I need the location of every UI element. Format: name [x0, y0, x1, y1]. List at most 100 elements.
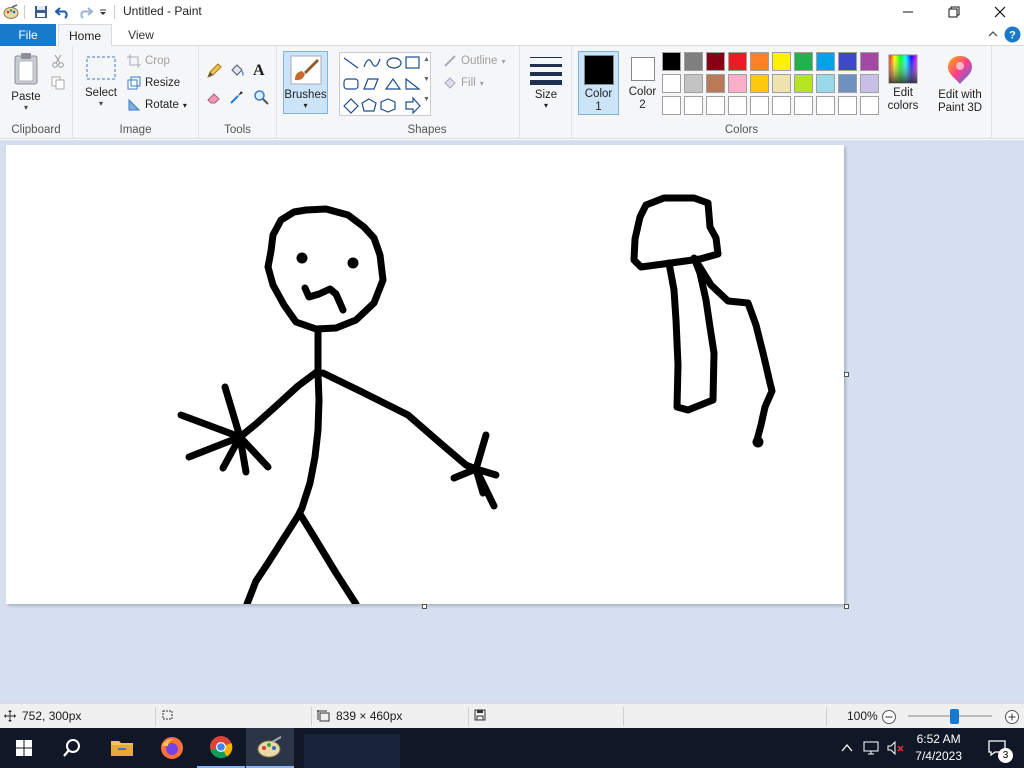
- eraser-icon[interactable]: [206, 89, 222, 108]
- file-explorer-button[interactable]: [98, 728, 146, 768]
- rotate-dropdown-icon[interactable]: ▾: [183, 101, 187, 110]
- palette-swatch[interactable]: [728, 74, 747, 93]
- shapes-gallery[interactable]: [339, 52, 431, 116]
- palette-swatch[interactable]: [794, 52, 813, 71]
- resize-label: Resize: [145, 77, 181, 89]
- size-button[interactable]: Size ▾: [526, 54, 566, 110]
- canvas-resize-handle-right[interactable]: [844, 372, 849, 377]
- palette-swatch[interactable]: [772, 96, 791, 115]
- shapes-scroll-up-icon[interactable]: ▲: [423, 56, 430, 63]
- zoom-in-button[interactable]: [1004, 709, 1020, 728]
- palette-swatch[interactable]: [662, 52, 681, 71]
- volume-button[interactable]: [884, 728, 908, 768]
- palette-swatch[interactable]: [816, 52, 835, 71]
- crop-button[interactable]: Crop: [127, 54, 170, 68]
- palette-swatch[interactable]: [750, 96, 769, 115]
- brushes-button[interactable]: Brushes ▾: [283, 51, 328, 114]
- zoom-level: 100%: [847, 709, 878, 723]
- resize-button[interactable]: Resize: [127, 76, 180, 90]
- color1-button[interactable]: Color 1: [578, 51, 619, 115]
- firefox-button[interactable]: [148, 728, 196, 768]
- palette-swatch[interactable]: [860, 52, 879, 71]
- windows-icon: [16, 740, 32, 756]
- palette-swatch[interactable]: [860, 96, 879, 115]
- palette-swatch[interactable]: [860, 74, 879, 93]
- palette-swatch[interactable]: [684, 96, 703, 115]
- palette-swatch[interactable]: [706, 52, 725, 71]
- palette-swatch[interactable]: [684, 74, 703, 93]
- fill-bucket-icon[interactable]: [229, 63, 245, 82]
- magnifier-icon[interactable]: [253, 89, 269, 108]
- outline-button[interactable]: Outline ▾: [443, 54, 505, 68]
- copy-icon[interactable]: [51, 76, 65, 93]
- edit-with-paint3d-button[interactable]: Edit with Paint 3D: [934, 54, 986, 115]
- paint-taskbar-button[interactable]: [246, 728, 294, 768]
- image-group: Select ▾ Crop Resize Rotate ▾ Image: [73, 46, 199, 139]
- zoom-slider-thumb[interactable]: [950, 709, 960, 724]
- rotate-label: Rotate: [145, 99, 179, 111]
- canvas-size-text: 839 × 460px: [336, 709, 403, 723]
- color-picker-icon[interactable]: [229, 89, 245, 108]
- maximize-button[interactable]: [931, 0, 977, 24]
- palette-swatch[interactable]: [772, 52, 791, 71]
- tab-file[interactable]: File: [0, 24, 56, 46]
- color2-button[interactable]: Color 2: [622, 51, 663, 115]
- palette-swatch[interactable]: [750, 52, 769, 71]
- zoom-out-button[interactable]: [881, 709, 897, 728]
- palette-swatch[interactable]: [838, 52, 857, 71]
- palette-swatch[interactable]: [662, 74, 681, 93]
- shapes-expand-icon[interactable]: ▼: [423, 96, 430, 103]
- palette-swatch[interactable]: [728, 96, 747, 115]
- chrome-button[interactable]: [197, 728, 245, 768]
- cut-icon[interactable]: [51, 54, 65, 71]
- shapes-scroll-down-icon[interactable]: ▼: [423, 76, 430, 83]
- redo-icon[interactable]: [76, 3, 94, 21]
- close-button[interactable]: [977, 0, 1023, 24]
- edit-colors-button[interactable]: Edit colors: [883, 54, 923, 113]
- show-hidden-icons-button[interactable]: [836, 728, 858, 768]
- paste-dropdown-icon[interactable]: ▾: [6, 103, 46, 112]
- pencil-icon[interactable]: [206, 63, 222, 82]
- network-button[interactable]: [860, 728, 882, 768]
- select-button[interactable]: Select ▾: [83, 54, 119, 108]
- minimize-button[interactable]: [885, 0, 931, 24]
- palette-swatch[interactable]: [772, 74, 791, 93]
- drawing-canvas[interactable]: [6, 145, 844, 608]
- clock[interactable]: 6:52 AM 7/4/2023: [915, 731, 962, 765]
- palette-swatch[interactable]: [794, 96, 813, 115]
- select-dropdown-icon[interactable]: ▾: [83, 99, 119, 108]
- tab-home[interactable]: Home: [58, 24, 112, 47]
- palette-swatch[interactable]: [838, 96, 857, 115]
- collapse-ribbon-icon[interactable]: [987, 28, 999, 43]
- tab-view[interactable]: View: [116, 24, 166, 46]
- brush-icon: [290, 55, 321, 85]
- palette-swatch[interactable]: [838, 74, 857, 93]
- canvas-resize-handle-bottom[interactable]: [422, 604, 427, 609]
- title-bar: Untitled - Paint: [0, 0, 1024, 24]
- palette-swatch[interactable]: [816, 74, 835, 93]
- search-button[interactable]: [48, 728, 96, 768]
- palette-swatch[interactable]: [750, 74, 769, 93]
- palette-swatch[interactable]: [794, 74, 813, 93]
- brushes-dropdown-icon[interactable]: ▾: [284, 101, 327, 110]
- palette-swatch[interactable]: [684, 52, 703, 71]
- action-center-button[interactable]: 3: [980, 728, 1014, 768]
- rotate-button[interactable]: Rotate ▾: [127, 98, 187, 112]
- search-icon: [63, 739, 80, 757]
- canvas-resize-handle-corner[interactable]: [844, 604, 849, 609]
- palette-swatch[interactable]: [706, 74, 725, 93]
- help-icon[interactable]: ?: [1004, 26, 1021, 46]
- fill-button[interactable]: Fill ▾: [443, 76, 484, 90]
- start-button[interactable]: [0, 728, 48, 768]
- palette-swatch[interactable]: [706, 96, 725, 115]
- palette-swatch[interactable]: [662, 96, 681, 115]
- status-bar: 752, 300px 839 × 460px 100%: [0, 703, 1024, 728]
- text-tool-icon[interactable]: A: [253, 62, 265, 80]
- palette-swatch[interactable]: [816, 96, 835, 115]
- palette-swatch[interactable]: [728, 52, 747, 71]
- customize-quick-access-icon[interactable]: [97, 3, 109, 21]
- paste-button[interactable]: Paste ▾: [6, 52, 46, 112]
- minimize-icon: [903, 11, 913, 13]
- save-icon[interactable]: [32, 3, 50, 21]
- undo-icon[interactable]: [54, 3, 72, 21]
